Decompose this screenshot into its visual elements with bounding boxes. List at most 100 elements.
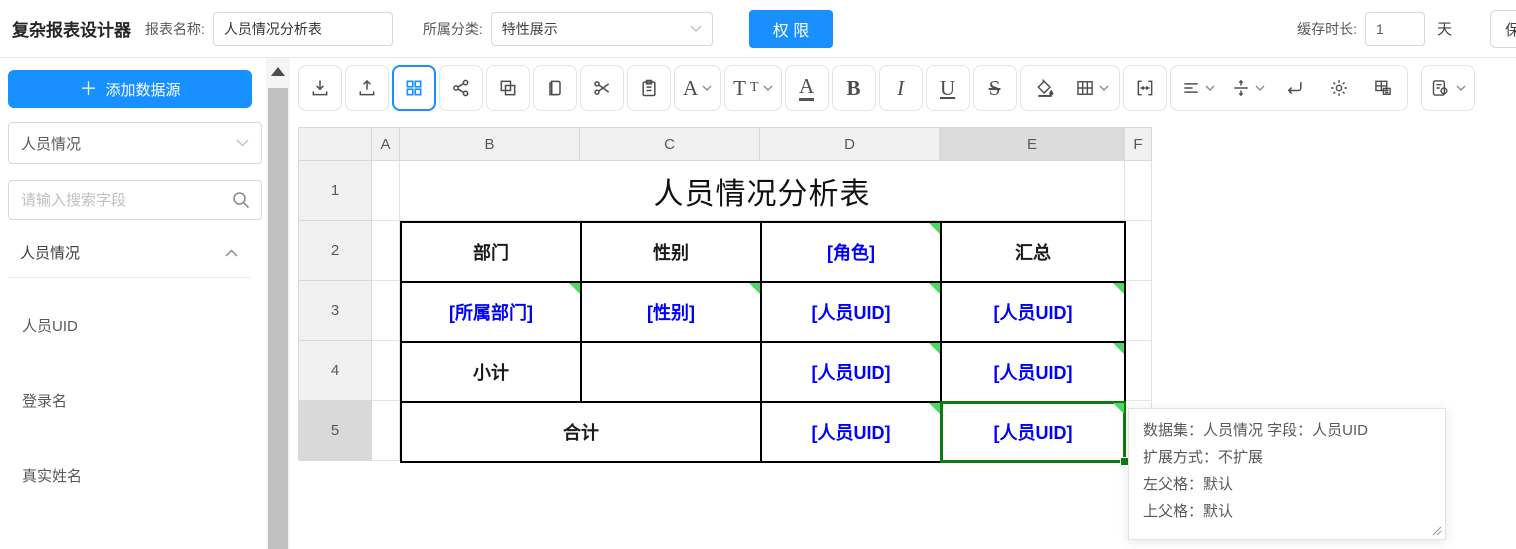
datasource-sidebar: ＋ 添加数据源 人员情况 人员情况 人员UID 登录名 真实姓名	[0, 58, 266, 549]
column-header[interactable]: D	[760, 127, 940, 161]
chevron-down-icon	[1255, 85, 1265, 91]
font-size-dropdown[interactable]: TT	[724, 65, 781, 111]
bold-button[interactable]: B	[832, 65, 876, 111]
field-corner-marker	[929, 223, 940, 234]
table-cell-b2[interactable]: 部门	[401, 222, 581, 282]
overlap-squares-icon	[498, 78, 518, 98]
report-name-input[interactable]	[213, 12, 393, 46]
dataset-group-title: 人员情况	[20, 242, 80, 263]
field-search-input[interactable]	[8, 180, 262, 220]
resize-handle-icon[interactable]	[1432, 526, 1442, 536]
column-header[interactable]: A	[372, 127, 400, 161]
report-table: 部门 性别 [角色] 汇总 [所属部门] [性别] [人员UID] [人员UID…	[400, 221, 1126, 463]
share-button[interactable]	[439, 65, 483, 111]
permission-button[interactable]: 权 限	[749, 10, 833, 48]
column-header-row: A B C D E F	[298, 127, 1152, 161]
paste-button[interactable]	[627, 65, 671, 111]
duplicate-button[interactable]	[533, 65, 577, 111]
table-cell-b3[interactable]: [所属部门]	[401, 282, 581, 342]
row-header-selected[interactable]: 5	[298, 401, 372, 461]
paint-bucket-icon	[1035, 78, 1055, 98]
merge-cells-button[interactable]	[1123, 65, 1167, 111]
widget-grid-button[interactable]	[392, 65, 436, 111]
grid-cell[interactable]	[372, 281, 400, 341]
table-cell-d2[interactable]: [角色]	[761, 222, 941, 282]
grid-cell[interactable]	[372, 341, 400, 401]
cut-button[interactable]	[580, 65, 624, 111]
save-button-clipped[interactable]: 保存	[1490, 10, 1516, 48]
wrap-text-button[interactable]	[1273, 67, 1317, 109]
grid-cell[interactable]	[1125, 281, 1152, 341]
share-icon	[451, 78, 471, 98]
gear-icon	[1329, 78, 1349, 98]
dataset-select[interactable]: 人员情况	[8, 122, 262, 164]
grid-cell[interactable]	[372, 401, 400, 461]
scroll-up-arrow[interactable]	[271, 67, 285, 76]
select-all-corner[interactable]	[298, 127, 372, 161]
grid-cell[interactable]	[1125, 341, 1152, 401]
report-title-cell[interactable]: 人员情况分析表	[400, 161, 1125, 221]
export-icon	[357, 78, 377, 98]
horizontal-align-dropdown[interactable]	[1173, 67, 1223, 109]
field-item[interactable]: 登录名	[0, 363, 266, 438]
tooltip-line: 左父格：默认	[1143, 471, 1431, 498]
text-color-button[interactable]: A	[785, 65, 829, 111]
row-header[interactable]: 3	[298, 281, 372, 341]
vertical-align-dropdown[interactable]	[1223, 67, 1273, 109]
add-datasource-button[interactable]: ＋ 添加数据源	[8, 70, 252, 108]
table-cell-b4[interactable]: 小计	[401, 342, 581, 402]
fill-border-group	[1020, 65, 1120, 111]
field-item[interactable]: 人员UID	[0, 288, 266, 363]
underline-button[interactable]: U	[926, 65, 970, 111]
column-header[interactable]: B	[400, 127, 580, 161]
copy-style-button[interactable]	[486, 65, 530, 111]
field-corner-marker	[929, 343, 940, 354]
field-item[interactable]: 真实姓名	[0, 438, 266, 513]
vertical-scrollbar[interactable]	[266, 58, 290, 549]
grid-cell[interactable]	[372, 221, 400, 281]
table-cell-e5-selected[interactable]: [人员UID]	[941, 402, 1125, 462]
table-cell-c3[interactable]: [性别]	[581, 282, 761, 342]
tooltip-line: 扩展方式：不扩展	[1143, 444, 1431, 471]
grid-cell[interactable]	[1125, 221, 1152, 281]
merge-cells-icon	[1135, 78, 1155, 98]
strikethrough-button[interactable]: S	[973, 65, 1017, 111]
settings-button[interactable]	[1317, 67, 1361, 109]
italic-button[interactable]: I	[879, 65, 923, 111]
borders-dropdown[interactable]	[1067, 67, 1117, 109]
tooltip-line: 上父格：默认	[1143, 498, 1431, 525]
category-select[interactable]: 特性展示	[491, 12, 713, 46]
report-settings-dropdown[interactable]	[1421, 65, 1475, 111]
fill-color-button[interactable]	[1023, 67, 1067, 109]
table-cell-d3[interactable]: [人员UID]	[761, 282, 941, 342]
table-cell-e2[interactable]: 汇总	[941, 222, 1125, 282]
field-corner-marker	[1113, 343, 1124, 354]
table-cell-b5-merged[interactable]: 合计	[401, 402, 761, 462]
dataset-group-header[interactable]: 人员情况	[8, 242, 250, 278]
column-header[interactable]: F	[1125, 127, 1152, 161]
scrollbar-thumb[interactable]	[268, 88, 288, 549]
table-cell-e3[interactable]: [人员UID]	[941, 282, 1125, 342]
field-corner-marker	[1113, 403, 1124, 414]
export-button[interactable]	[345, 65, 389, 111]
table-cell-e4[interactable]: [人员UID]	[941, 342, 1125, 402]
grid-cell[interactable]	[372, 161, 400, 221]
row-header[interactable]: 1	[298, 161, 372, 221]
grid-cell[interactable]	[1125, 161, 1152, 221]
table-cell-c4[interactable]	[581, 342, 761, 402]
import-button[interactable]	[298, 65, 342, 111]
table-cell-c2[interactable]: 性别	[581, 222, 761, 282]
column-header[interactable]: C	[580, 127, 760, 161]
cache-duration-input[interactable]	[1365, 12, 1425, 46]
font-color-dropdown[interactable]: A	[674, 65, 721, 111]
cell-format-button[interactable]	[1361, 67, 1405, 109]
field-corner-marker	[569, 283, 580, 294]
align-group	[1170, 65, 1408, 111]
column-header-selected[interactable]: E	[940, 127, 1125, 161]
category-select-value: 特性展示	[502, 19, 558, 39]
row-header[interactable]: 4	[298, 341, 372, 401]
table-cell-d4[interactable]: [人员UID]	[761, 342, 941, 402]
table-cell-d5[interactable]: [人员UID]	[761, 402, 941, 462]
row-header[interactable]: 2	[298, 221, 372, 281]
enter-arrow-icon	[1285, 78, 1305, 98]
